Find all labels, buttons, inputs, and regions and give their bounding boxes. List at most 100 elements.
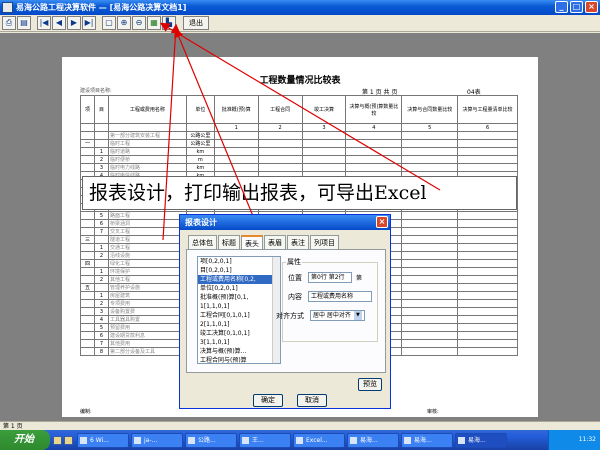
app-icon bbox=[2, 2, 13, 13]
last-page-button[interactable]: ▶| bbox=[82, 16, 96, 30]
table-cell bbox=[80, 307, 95, 316]
table-cell: 房屋建筑 bbox=[107, 291, 187, 300]
table-cell: 4 bbox=[93, 315, 109, 324]
page-view-button[interactable]: ▢ bbox=[102, 16, 116, 30]
maximize-button[interactable]: □ bbox=[570, 1, 583, 13]
tree-item[interactable]: 3[1,1,0,1] bbox=[198, 338, 280, 347]
table-cell bbox=[457, 243, 518, 252]
table-cell: 1 bbox=[93, 243, 109, 252]
tree-item[interactable]: 1[1,1,0,1] bbox=[198, 302, 280, 311]
table-cell bbox=[213, 163, 259, 172]
table-row: 2 临时便桥 m bbox=[80, 155, 518, 164]
tree-item[interactable]: 工程合同与(预)算 bbox=[198, 356, 280, 363]
column-header: 项 bbox=[80, 95, 95, 124]
taskbar: 开始 6 Wi... ja-... 公路... 王... Excel... 易海... 易海… bbox=[0, 430, 600, 450]
table-cell bbox=[257, 155, 303, 164]
column-header: 批准概(预)算 bbox=[213, 95, 259, 124]
table-cell bbox=[93, 131, 109, 140]
browser-icon[interactable] bbox=[64, 435, 73, 445]
chevron-down-icon[interactable]: ▼ bbox=[353, 311, 362, 320]
table-cell bbox=[457, 251, 518, 260]
tree-item[interactable]: 目[0,2,0,1] bbox=[198, 266, 280, 275]
table-cell bbox=[457, 155, 518, 164]
content-input[interactable]: 工程或费用名称 bbox=[308, 291, 372, 302]
close-button[interactable]: × bbox=[585, 1, 598, 13]
exit-button[interactable]: 退出 bbox=[183, 16, 209, 30]
tree-item[interactable]: 工程或费用名称[0,2, bbox=[198, 275, 280, 284]
table-cell bbox=[80, 131, 95, 140]
print-button[interactable]: ⎙ bbox=[2, 16, 16, 30]
report-design-button[interactable]: ▙ bbox=[162, 16, 176, 30]
status-bar: 第 1 页 bbox=[0, 421, 600, 430]
table-cell bbox=[457, 131, 518, 140]
next-page-button[interactable]: ▶ bbox=[67, 16, 81, 30]
column-tree-list[interactable]: 项[0,2,0,1] 目[0,2,0,1] 工程或费用名称[0,2, 单位[0,2,0… bbox=[197, 256, 281, 364]
export-excel-button[interactable]: ▦ bbox=[147, 16, 161, 30]
table-cell: 隧道工程 bbox=[107, 235, 187, 244]
table-cell: 临时道路 bbox=[107, 147, 187, 156]
taskbar-task[interactable]: 公路... bbox=[185, 432, 237, 448]
position-input[interactable]: 第0行 第2行 bbox=[308, 272, 352, 283]
dialog-tab[interactable]: 总体包 bbox=[188, 235, 217, 249]
align-label: 对齐方式 bbox=[276, 311, 304, 320]
tree-item[interactable]: 决算与概(预)算... bbox=[198, 347, 280, 356]
dialog-tab[interactable]: 列项目 bbox=[310, 235, 339, 249]
column-number bbox=[93, 123, 109, 132]
column-header: 单位 bbox=[185, 95, 215, 124]
table-cell: 2 bbox=[93, 275, 109, 284]
dialog-tab[interactable]: 表头 bbox=[241, 235, 263, 249]
table-cell: 1 bbox=[93, 147, 109, 156]
start-button[interactable]: 开始 bbox=[0, 430, 50, 450]
tree-item[interactable]: 批准概(预)算[0,1, bbox=[198, 293, 280, 302]
first-page-button[interactable]: |◀ bbox=[37, 16, 51, 30]
cancel-button[interactable]: 取消 bbox=[297, 394, 327, 407]
table-cell bbox=[401, 131, 459, 140]
taskbar-task[interactable]: Excel... bbox=[293, 432, 345, 448]
table-cell: 设备购置费 bbox=[107, 307, 187, 316]
tree-item[interactable]: 单位[0,2,0,1] bbox=[198, 284, 280, 293]
taskbar-task[interactable]: 易海... bbox=[455, 432, 507, 448]
taskbar-task[interactable]: 易海... bbox=[347, 432, 399, 448]
content-label: 内容 bbox=[288, 292, 302, 301]
column-number: 2 bbox=[257, 123, 303, 132]
printer-setup-button[interactable]: ▤ bbox=[17, 16, 31, 30]
preview-button[interactable]: 预览 bbox=[358, 378, 382, 391]
table-row: 1 临时道路 km bbox=[80, 147, 518, 156]
dialog-close-icon[interactable]: × bbox=[376, 216, 388, 228]
table-cell bbox=[80, 243, 95, 252]
table-cell bbox=[401, 283, 459, 292]
ok-button[interactable]: 确定 bbox=[253, 394, 283, 407]
taskbar-task[interactable]: ja-... bbox=[131, 432, 183, 448]
zoom-out-button[interactable]: ⊖ bbox=[132, 16, 146, 30]
tree-item[interactable]: 竣工决算[0,1,0,1] bbox=[198, 329, 280, 338]
taskbar-task[interactable]: 王... bbox=[239, 432, 291, 448]
tree-item[interactable]: 工程合同[0,1,0,1] bbox=[198, 311, 280, 320]
taskbar-task[interactable]: 易海... bbox=[401, 432, 453, 448]
table-cell bbox=[80, 339, 95, 348]
preview-toolbar: ⎙ ▤ |◀ ◀ ▶ ▶| ▢ ⊕ ⊖ ▦ ▙ 退出 bbox=[0, 15, 600, 32]
taskbar-task[interactable]: 6 Wi... bbox=[77, 432, 129, 448]
dialog-tab[interactable]: 标题 bbox=[218, 235, 240, 249]
tree-item[interactable]: 项[0,2,0,1] bbox=[198, 257, 280, 266]
table-cell bbox=[401, 291, 459, 300]
zoom-in-button[interactable]: ⊕ bbox=[117, 16, 131, 30]
column-header: 竣工决算 bbox=[301, 95, 347, 124]
window-controls: _ □ × bbox=[555, 1, 598, 13]
dialog-title-bar[interactable]: 报表设计 × bbox=[180, 215, 390, 230]
compiler-label: 编制: bbox=[80, 409, 92, 415]
dialog-tab[interactable]: 表注 bbox=[287, 235, 309, 249]
table-cell bbox=[345, 139, 403, 148]
table-cell: 四 bbox=[80, 259, 95, 268]
table-cell bbox=[93, 259, 109, 268]
align-select[interactable]: 居中 居中对齐 ▼ bbox=[310, 310, 365, 321]
desktop-icon[interactable] bbox=[53, 435, 62, 445]
minimize-button[interactable]: _ bbox=[555, 1, 568, 13]
tree-item[interactable]: 2[1,1,0,1] bbox=[198, 320, 280, 329]
table-cell: km bbox=[185, 147, 215, 156]
table-cell bbox=[457, 299, 518, 308]
dialog-tab[interactable]: 表眉 bbox=[264, 235, 286, 249]
table-cell bbox=[401, 339, 459, 348]
prev-page-button[interactable]: ◀ bbox=[52, 16, 66, 30]
table-cell bbox=[457, 283, 518, 292]
align-row: 对齐方式 居中 居中对齐 ▼ bbox=[276, 310, 365, 321]
